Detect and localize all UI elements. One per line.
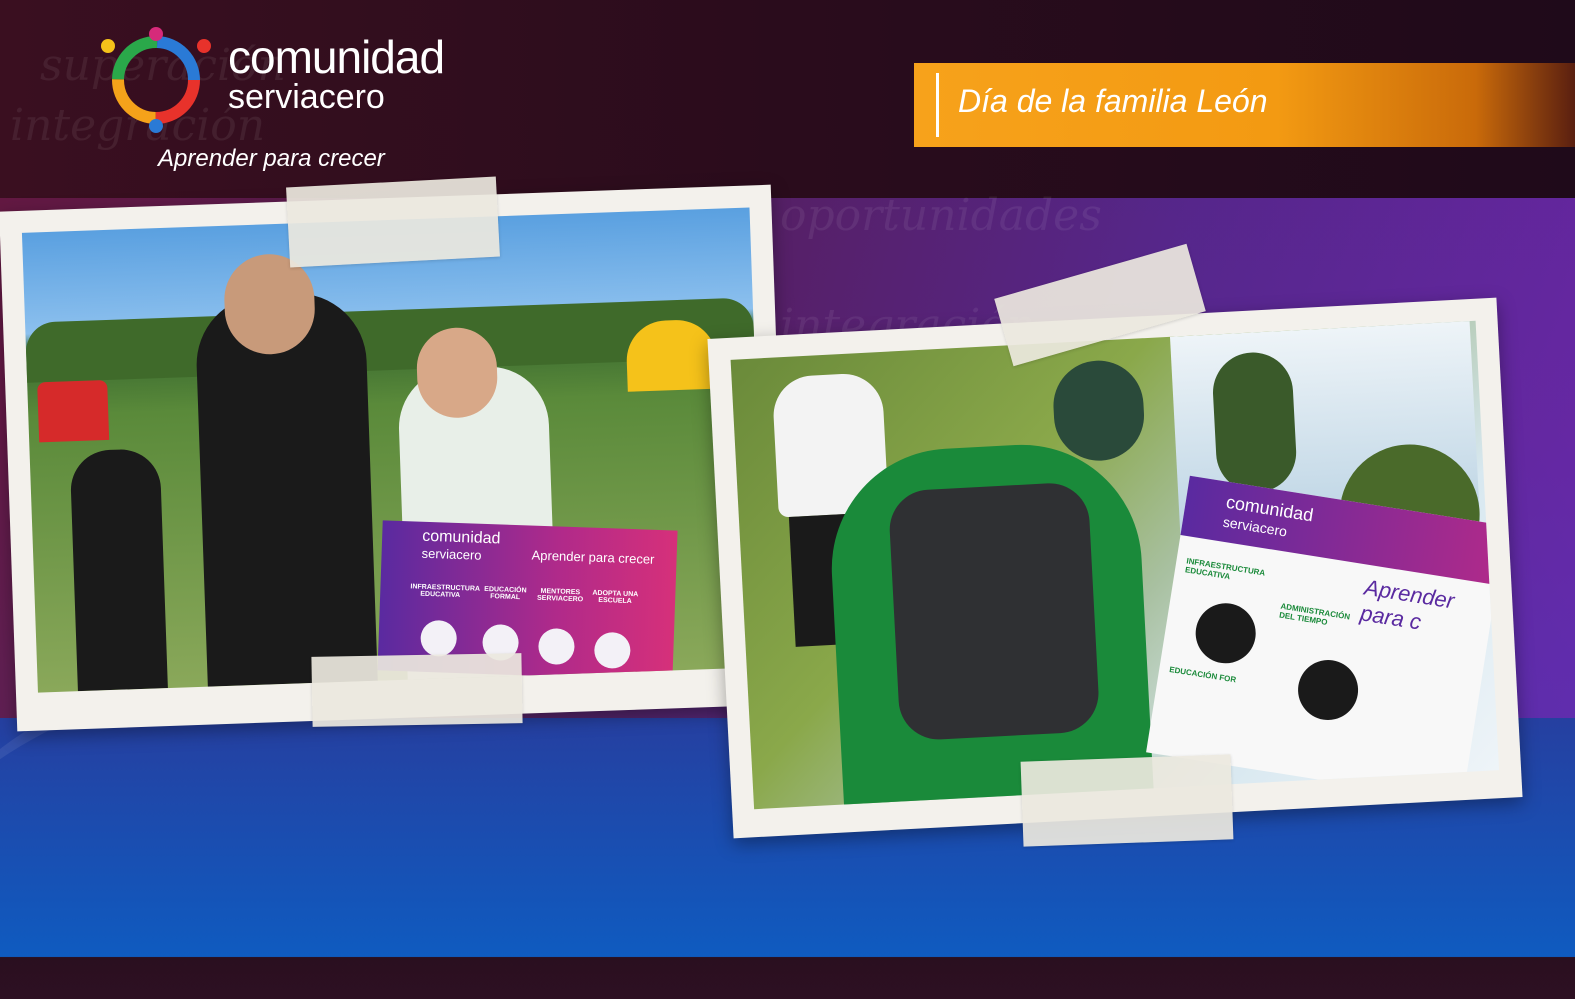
tape-strip — [311, 653, 523, 727]
photo-frame-left: comunidad serviacero Aprender para crece… — [0, 184, 789, 732]
family-day-photo-right: comunidad serviacero Aprender para c INF… — [730, 320, 1500, 810]
sign-item: INFRAESTRUCTURA EDUCATIVA — [410, 583, 481, 600]
sign-item: ADOPTA UNA ESCUELA — [592, 589, 639, 606]
logo-icon — [101, 27, 211, 133]
tape-strip — [1020, 754, 1234, 847]
brand-name: comunidad — [228, 31, 445, 83]
sign-hole — [1191, 598, 1260, 668]
tagline: Aprender para crecer — [158, 145, 385, 172]
sign-tagline: Aprender para c — [1358, 574, 1456, 635]
brand-name-secondary: serviacero — [228, 78, 385, 116]
sign-item: MENTORES SERVIACERO — [536, 587, 584, 604]
sign-brand-name-secondary: serviacero — [421, 545, 482, 563]
sign-item: EDUCACIÓN FORMAL — [484, 585, 527, 602]
program-sign: comunidad serviacero Aprender para c INF… — [1146, 475, 1500, 803]
sign-tagline: Aprender para crecer — [531, 547, 655, 567]
sign-item-icon — [420, 619, 458, 657]
sign-hole — [1293, 655, 1363, 725]
event-title: Día de la familia León — [958, 83, 1268, 119]
photo-frame-right: comunidad serviacero Aprender para c INF… — [707, 297, 1523, 839]
sign-item: EDUCACIÓN FOR — [1168, 664, 1237, 685]
sign-item: INFRAESTRUCTURA EDUCATIVA — [1184, 556, 1266, 582]
sign-item: ADMINISTRACIÓN DEL TIEMPO — [1278, 601, 1351, 628]
decorative-script: oportunidades — [780, 190, 1102, 241]
family-day-photo-left: comunidad serviacero Aprender para crece… — [21, 207, 766, 693]
sign-item-icon — [537, 627, 576, 666]
event-title-bar: Día de la familia León — [914, 63, 1575, 147]
title-divider — [936, 73, 939, 137]
tape-strip — [286, 176, 500, 268]
sign-item-icon — [593, 631, 631, 670]
